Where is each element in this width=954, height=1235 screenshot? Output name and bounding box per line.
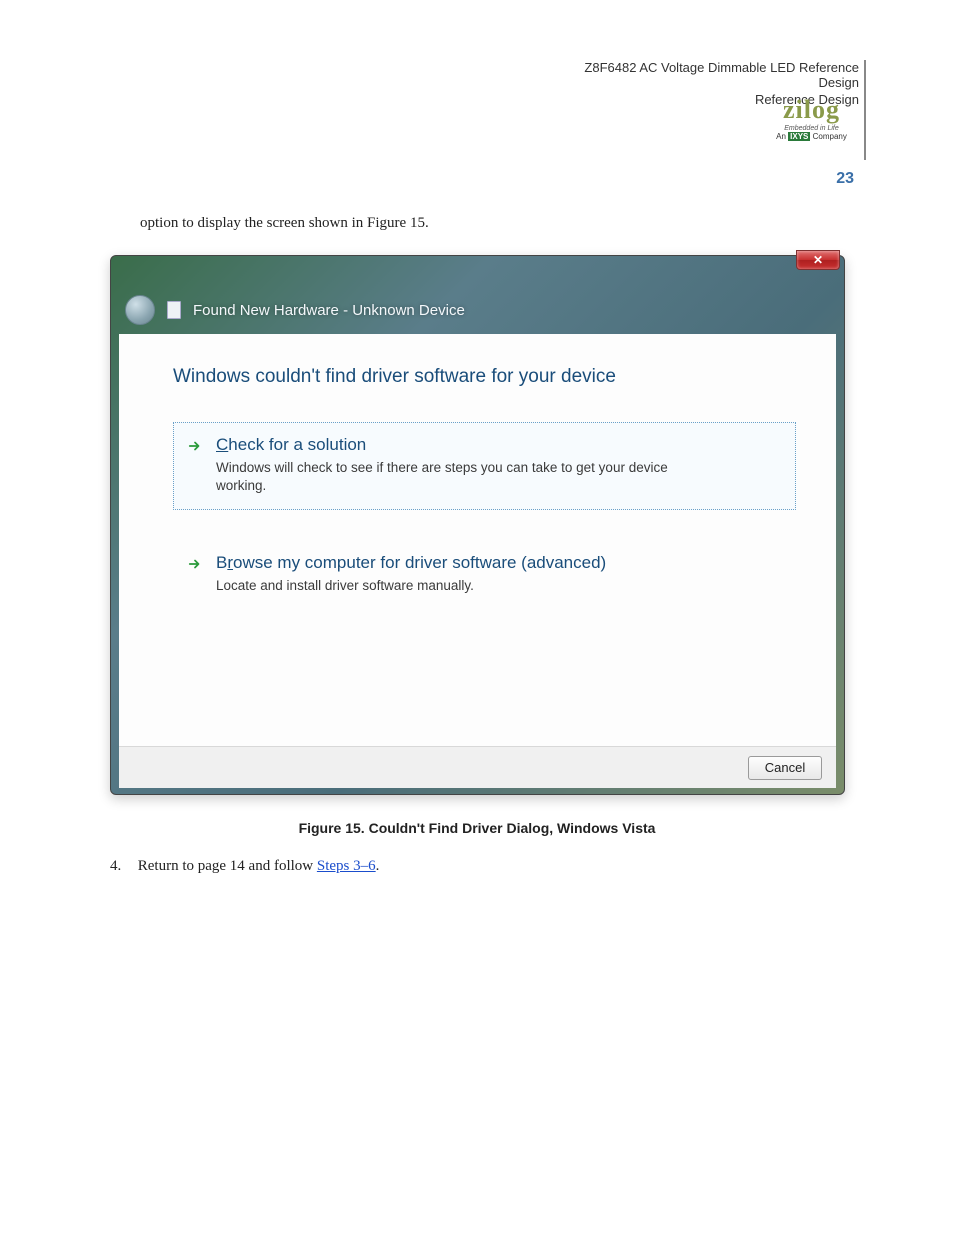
page-number: 23 (836, 170, 854, 188)
dialog-footer: Cancel (119, 746, 836, 788)
option2-title: Browse my computer for driver software (… (216, 553, 779, 573)
dialog-heading: Windows couldn't find driver software fo… (173, 366, 796, 388)
option1-desc: Windows will check to see if there are s… (216, 459, 716, 495)
dialog-titlebar: Found New Hardware - Unknown Device (119, 290, 836, 330)
cancel-button[interactable]: Cancel (748, 756, 822, 780)
header-divider (864, 60, 866, 160)
arrow-icon (188, 557, 202, 571)
close-button[interactable]: ✕ (796, 250, 840, 270)
option-check-solution[interactable]: Check for a solution Windows will check … (173, 422, 796, 510)
step-text-pre: Return to page 14 and follow (138, 858, 317, 874)
option2-desc: Locate and install driver software manua… (216, 577, 716, 595)
found-new-hardware-dialog: ✕ Found New Hardware - Unknown Device Wi… (110, 255, 845, 795)
figure-caption: Figure 15. Couldn't Find Driver Dialog, … (0, 820, 954, 836)
step-number: 4. (110, 855, 134, 878)
back-button[interactable] (125, 295, 155, 325)
zilog-logo: zilog Embedded in Life An IXYS Company (769, 95, 854, 141)
steps-link[interactable]: Steps 3–6 (317, 858, 376, 874)
option1-title: Check for a solution (216, 435, 779, 455)
close-icon: ✕ (813, 253, 823, 267)
logo-tagline: Embedded in Life (769, 125, 854, 132)
logo-company: An IXYS Company (769, 132, 854, 141)
option-browse-driver[interactable]: Browse my computer for driver software (… (173, 540, 796, 610)
arrow-icon (188, 439, 202, 453)
doc-title: Z8F6482 AC Voltage Dimmable LED Referenc… (559, 60, 859, 90)
dialog-body: Windows couldn't find driver software fo… (119, 334, 836, 746)
logo-text: zilog (769, 95, 854, 125)
intro-text: option to display the screen shown in Fi… (140, 215, 429, 232)
step-text-post: . (376, 858, 380, 874)
hardware-icon (167, 301, 181, 319)
dialog-title: Found New Hardware - Unknown Device (193, 302, 465, 319)
step-4: 4. Return to page 14 and follow Steps 3–… (110, 855, 379, 878)
